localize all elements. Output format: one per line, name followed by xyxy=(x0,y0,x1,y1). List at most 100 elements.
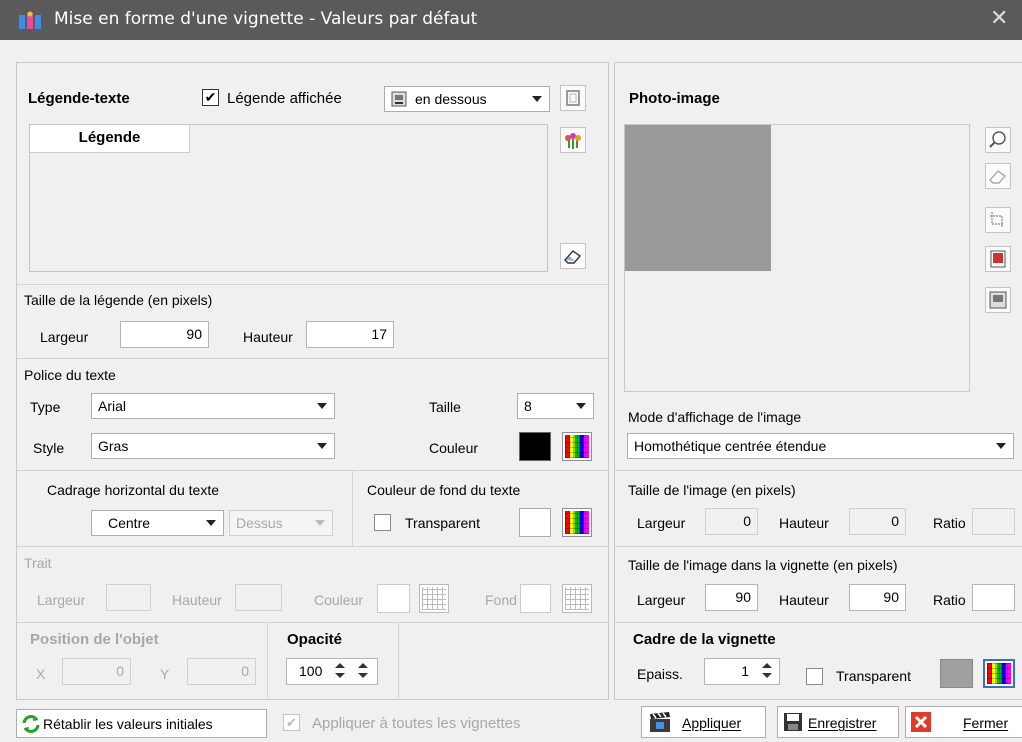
halign-title: Cadrage horizontal du texte xyxy=(47,482,219,498)
flowers-button[interactable] xyxy=(560,127,586,153)
save-label: Enregistrer xyxy=(808,715,877,731)
palette-icon xyxy=(422,587,446,610)
legend-shown-checkbox[interactable]: ✔ xyxy=(202,89,219,106)
photo-position-button[interactable] xyxy=(985,287,1011,313)
opacity-title: Opacité xyxy=(287,631,343,648)
legend-position-value: en dessous xyxy=(415,91,487,107)
image-height-input[interactable]: 0 xyxy=(849,508,906,535)
stroke-height-label: Hauteur xyxy=(172,592,222,608)
font-size-select[interactable]: 8 xyxy=(517,393,594,419)
reset-label: Rétablir les valeurs initiales xyxy=(43,716,213,732)
thumb-height-input[interactable]: 90 xyxy=(849,584,906,611)
image-ratio-input[interactable] xyxy=(972,508,1015,535)
font-color-swatch[interactable] xyxy=(519,432,551,461)
stroke-color-palette-button[interactable] xyxy=(419,584,449,613)
photo-red-button[interactable] xyxy=(985,246,1011,272)
legend-size-title: Taille de la légende (en pixels) xyxy=(24,292,213,308)
photo-placeholder xyxy=(625,125,771,271)
position-x-input[interactable]: 0 xyxy=(62,658,131,685)
font-style-label: Style xyxy=(33,440,65,456)
reset-button[interactable]: Rétablir les valeurs initiales xyxy=(16,709,267,738)
frame-color-palette-button[interactable] xyxy=(983,659,1015,688)
close-window-icon[interactable]: ✕ xyxy=(990,6,1008,31)
legend-width-input[interactable]: 90 xyxy=(120,321,209,348)
chevron-down-icon xyxy=(576,403,586,409)
image-size-title: Taille de l'image (en pixels) xyxy=(628,482,796,498)
close-button[interactable]: Fermer xyxy=(905,706,1022,738)
legend-position-select[interactable]: en dessous xyxy=(384,86,550,112)
stroke-width-input[interactable] xyxy=(106,584,151,611)
stroke-color-label: Couleur xyxy=(314,592,364,608)
palette-icon xyxy=(565,435,589,458)
frame-transparent-label: Transparent xyxy=(836,668,911,684)
bg-color-palette-button[interactable] xyxy=(562,508,592,537)
legend-height-input[interactable]: 17 xyxy=(306,321,394,348)
halign-select[interactable]: Centre xyxy=(91,510,224,536)
frame-thickness-value: 1 xyxy=(741,663,749,679)
eraser-button[interactable] xyxy=(560,243,586,269)
stroke-height-input[interactable] xyxy=(235,584,282,611)
font-color-palette-button[interactable] xyxy=(562,432,592,461)
legend-text-area[interactable]: Légende xyxy=(29,124,548,272)
frame-toggle-button[interactable] xyxy=(560,85,586,111)
font-type-select[interactable]: Arial xyxy=(91,393,335,419)
position-icon xyxy=(391,91,407,107)
font-type-label: Type xyxy=(30,399,61,415)
apply-all-checkbox[interactable]: ✔ xyxy=(283,714,300,731)
halign-value: Centre xyxy=(108,515,151,531)
display-mode-select[interactable]: Homothétique centrée étendue xyxy=(627,433,1014,459)
stroke-bg-palette-button[interactable] xyxy=(562,584,592,613)
image-width-input[interactable]: 0 xyxy=(705,508,758,535)
position-y-label: Y xyxy=(160,666,170,682)
photo-position-icon xyxy=(989,291,1007,309)
save-button[interactable]: Enregistrer xyxy=(777,706,899,738)
photo-red-icon xyxy=(990,250,1006,268)
apply-label: Appliquer xyxy=(682,715,742,731)
font-style-value: Gras xyxy=(98,438,129,454)
thumb-width-input[interactable]: 90 xyxy=(705,584,758,611)
close-red-icon xyxy=(911,712,931,732)
divider xyxy=(615,622,1022,623)
stroke-color-swatch[interactable] xyxy=(377,584,410,613)
chevron-down-icon xyxy=(532,96,542,102)
stroke-bg-swatch[interactable] xyxy=(520,584,551,613)
opacity-spin-up-down[interactable] xyxy=(330,658,352,685)
app-logo-icon xyxy=(19,11,41,29)
photo-section-title: Photo-image xyxy=(629,90,720,107)
image-width-label: Largeur xyxy=(637,515,686,531)
legend-width-label: Largeur xyxy=(40,329,89,345)
divider xyxy=(267,622,268,700)
display-mode-label: Mode d'affichage de l'image xyxy=(628,409,802,425)
apply-button[interactable]: Appliquer xyxy=(641,706,766,738)
frame-thickness-spin[interactable] xyxy=(756,658,780,685)
eraser-icon xyxy=(564,250,582,264)
divider xyxy=(615,470,1022,471)
palette-icon xyxy=(565,511,589,534)
frame-thickness-label: Epaiss. xyxy=(637,666,683,682)
frame-transparent-checkbox[interactable] xyxy=(806,668,823,685)
divider xyxy=(17,284,608,285)
divider xyxy=(17,358,608,359)
photo-preview[interactable] xyxy=(624,124,970,392)
zoom-button[interactable] xyxy=(985,127,1011,153)
bg-color-swatch[interactable] xyxy=(519,508,551,537)
legend-section-title: Légende-texte xyxy=(28,90,130,107)
position-x-label: X xyxy=(36,666,46,682)
photo-eraser-button[interactable] xyxy=(985,163,1011,189)
opacity-spin-fine[interactable] xyxy=(352,658,376,685)
position-y-input[interactable]: 0 xyxy=(187,658,256,685)
bg-transparent-checkbox[interactable] xyxy=(374,514,391,531)
legend-text-header: Légende xyxy=(30,125,190,153)
floppy-icon xyxy=(784,713,802,731)
font-section-title: Police du texte xyxy=(24,367,116,383)
flowers-icon xyxy=(565,133,581,149)
crop-button[interactable] xyxy=(985,207,1011,233)
frame-color-swatch[interactable] xyxy=(940,659,973,688)
valign-select[interactable]: Dessus xyxy=(229,510,333,536)
font-style-select[interactable]: Gras xyxy=(91,433,335,459)
image-height-label: Hauteur xyxy=(779,515,829,531)
stroke-width-label: Largeur xyxy=(37,592,86,608)
thumb-ratio-input[interactable] xyxy=(972,584,1015,611)
stroke-bg-label: Fond xyxy=(485,592,517,608)
eraser-icon xyxy=(989,170,1007,184)
